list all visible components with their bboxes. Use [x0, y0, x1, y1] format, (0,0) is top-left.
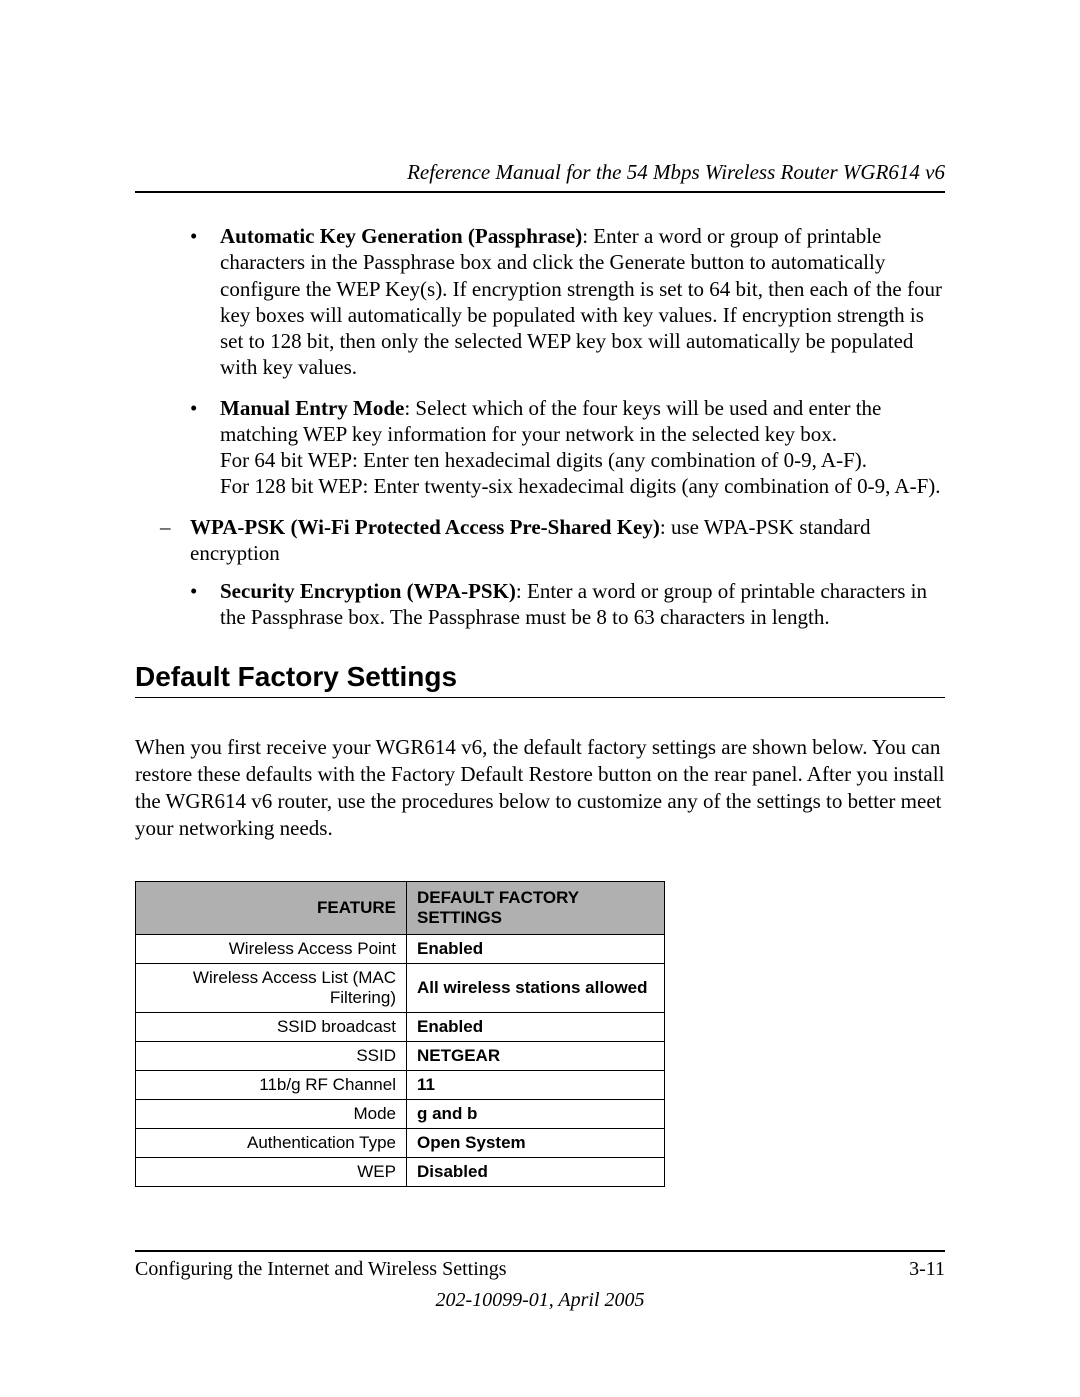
text-manual-entry-3: For 128 bit WEP: Enter twenty-six hexade…	[220, 474, 941, 498]
label-security-encryption: Security Encryption (WPA-PSK)	[220, 579, 516, 603]
table-row: Modeg and b	[136, 1099, 665, 1128]
cell-value: All wireless stations allowed	[407, 963, 665, 1012]
bullet-list-level1: WPA-PSK (Wi-Fi Protected Access Pre-Shar…	[135, 514, 945, 631]
cell-value: Disabled	[407, 1157, 665, 1186]
page: Reference Manual for the 54 Mbps Wireles…	[0, 0, 1080, 1397]
cell-value: 11	[407, 1070, 665, 1099]
cell-feature: Authentication Type	[136, 1128, 407, 1157]
label-manual-entry: Manual Entry Mode	[220, 396, 404, 420]
default-settings-table: FEATURE DEFAULT FACTORY SETTINGS Wireles…	[135, 881, 665, 1187]
label-wpa-psk: WPA-PSK (Wi-Fi Protected Access Pre-Shar…	[190, 515, 660, 539]
table-row: Authentication TypeOpen System	[136, 1128, 665, 1157]
footer-rule	[135, 1250, 945, 1252]
table-row: Wireless Access List (MAC Filtering)All …	[136, 963, 665, 1012]
table-row: WEPDisabled	[136, 1157, 665, 1186]
cell-feature: Wireless Access List (MAC Filtering)	[136, 963, 407, 1012]
bullet-wpa-psk: WPA-PSK (Wi-Fi Protected Access Pre-Shar…	[135, 514, 945, 631]
cell-value: Enabled	[407, 934, 665, 963]
section-heading: Default Factory Settings	[135, 661, 945, 693]
cell-feature: Wireless Access Point	[136, 934, 407, 963]
bullet-list-level2-nested: Security Encryption (WPA-PSK): Enter a w…	[190, 578, 945, 631]
page-footer: Configuring the Internet and Wireless Se…	[135, 1250, 945, 1312]
table-row: Wireless Access PointEnabled	[136, 934, 665, 963]
footer-doc-id: 202-10099-01, April 2005	[135, 1289, 945, 1312]
cell-value: Enabled	[407, 1012, 665, 1041]
cell-feature: WEP	[136, 1157, 407, 1186]
cell-feature: 11b/g RF Channel	[136, 1070, 407, 1099]
bullet-list-level2-top: Automatic Key Generation (Passphrase): E…	[190, 223, 945, 500]
table-header-value: DEFAULT FACTORY SETTINGS	[407, 881, 665, 934]
footer-row: Configuring the Internet and Wireless Se…	[135, 1258, 945, 1281]
bullet-security-encryption: Security Encryption (WPA-PSK): Enter a w…	[190, 578, 945, 631]
cell-feature: SSID	[136, 1041, 407, 1070]
table-row: SSIDNETGEAR	[136, 1041, 665, 1070]
cell-feature: SSID broadcast	[136, 1012, 407, 1041]
cell-feature: Mode	[136, 1099, 407, 1128]
footer-page-number: 3-11	[909, 1258, 945, 1281]
section-rule	[135, 697, 945, 698]
table-row: 11b/g RF Channel11	[136, 1070, 665, 1099]
bullet-auto-key-gen: Automatic Key Generation (Passphrase): E…	[190, 223, 945, 381]
cell-value: NETGEAR	[407, 1041, 665, 1070]
running-header: Reference Manual for the 54 Mbps Wireles…	[135, 160, 945, 193]
cell-value: Open System	[407, 1128, 665, 1157]
footer-left: Configuring the Internet and Wireless Se…	[135, 1258, 507, 1281]
label-auto-key-gen: Automatic Key Generation (Passphrase)	[220, 224, 582, 248]
cell-value: g and b	[407, 1099, 665, 1128]
table-row: SSID broadcastEnabled	[136, 1012, 665, 1041]
table-header-feature: FEATURE	[136, 881, 407, 934]
table-header-row: FEATURE DEFAULT FACTORY SETTINGS	[136, 881, 665, 934]
text-manual-entry-2: For 64 bit WEP: Enter ten hexadecimal di…	[220, 448, 867, 472]
bullet-manual-entry: Manual Entry Mode: Select which of the f…	[190, 395, 945, 500]
section-paragraph: When you first receive your WGR614 v6, t…	[135, 734, 945, 843]
